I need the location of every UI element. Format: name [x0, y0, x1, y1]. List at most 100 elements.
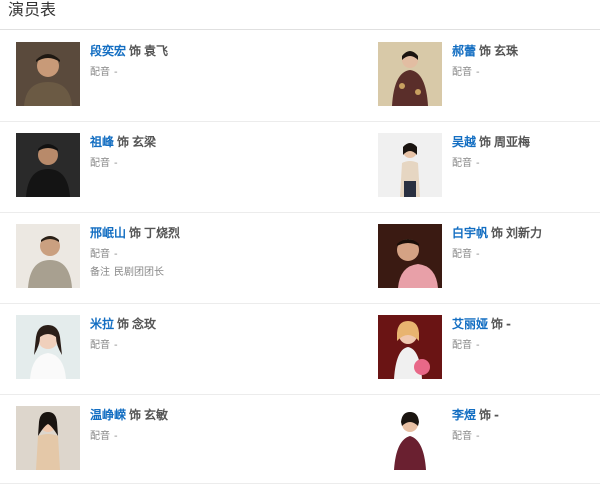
cast-name-line: 李煜饰 -	[452, 406, 499, 424]
actor-link[interactable]: 祖峰	[90, 135, 114, 149]
note-value: 民剧团团长	[114, 267, 164, 278]
cast-name-line: 吴越饰周亚梅	[452, 133, 530, 151]
actor-photo[interactable]	[378, 133, 442, 197]
actor-link[interactable]: 郝蕾	[452, 44, 476, 58]
voice-line: 配音 -	[90, 430, 118, 444]
voice-line: 配音 -	[90, 339, 118, 353]
plays-label: 饰	[479, 135, 492, 149]
voice-label: 配音	[452, 340, 472, 351]
actor-link[interactable]: 温峥嵘	[90, 408, 126, 422]
voice-label: 配音	[452, 431, 472, 442]
cast-name-line: 温峥嵘饰玄敏	[90, 406, 168, 424]
voice-value: -	[114, 158, 118, 169]
role-name: -	[506, 317, 512, 331]
cast-row: 温峥嵘饰玄敏 配音 - 李煜饰 - 配音 -	[0, 395, 600, 486]
actor-link[interactable]: 段奕宏	[90, 44, 126, 58]
row-divider	[0, 483, 600, 484]
voice-line: 配音 -	[452, 66, 480, 80]
voice-value: -	[476, 249, 480, 260]
voice-value: -	[114, 249, 118, 260]
cast-name-line: 祖峰饰玄梁	[90, 133, 156, 151]
role-name: 袁飞	[144, 44, 169, 58]
voice-label: 配音	[90, 67, 110, 78]
note-line: 备注 民剧团团长	[90, 266, 164, 280]
plays-label: 饰	[479, 408, 492, 422]
cast-card: 艾丽娅饰 - 配音 -	[378, 315, 600, 385]
actor-link[interactable]: 吴越	[452, 135, 476, 149]
cast-name-line: 艾丽娅饰 -	[452, 315, 511, 333]
cast-row: 邢岷山饰丁烧烈 配音 - 备注 民剧团团长 白宇帆饰刘新力 配音 -	[0, 213, 600, 304]
actor-link[interactable]: 李煜	[452, 408, 476, 422]
cast-card: 吴越饰周亚梅 配音 -	[378, 133, 600, 203]
cast-name-line: 白宇帆饰刘新力	[452, 224, 542, 242]
plays-label: 饰	[491, 226, 504, 240]
note-label: 备注	[90, 267, 110, 278]
voice-line: 配音 -	[452, 248, 480, 262]
actor-link[interactable]: 白宇帆	[452, 226, 488, 240]
cast-card: 温峥嵘饰玄敏 配音 -	[16, 406, 306, 476]
voice-value: -	[476, 431, 480, 442]
role-name: -	[494, 408, 500, 422]
role-name: 玄珠	[494, 44, 519, 58]
cast-card: 李煜饰 - 配音 -	[378, 406, 600, 476]
actor-photo[interactable]	[16, 315, 80, 379]
cast-card: 邢岷山饰丁烧烈 配音 - 备注 民剧团团长	[16, 224, 306, 294]
role-name: 玄敏	[144, 408, 169, 422]
role-name: 玄梁	[132, 135, 157, 149]
cast-card: 段奕宏饰袁飞 配音 -	[16, 42, 306, 112]
role-name: 周亚梅	[494, 135, 531, 149]
cast-name-line: 邢岷山饰丁烧烈	[90, 224, 180, 242]
actor-photo[interactable]	[378, 42, 442, 106]
actor-photo[interactable]	[16, 224, 80, 288]
actor-photo[interactable]	[378, 406, 442, 470]
voice-label: 配音	[452, 249, 472, 260]
cast-name-line: 米拉饰念玫	[90, 315, 156, 333]
voice-label: 配音	[452, 158, 472, 169]
plays-label: 饰	[491, 317, 504, 331]
voice-line: 配音 -	[90, 157, 118, 171]
actor-photo[interactable]	[378, 224, 442, 288]
voice-line: 配音 -	[452, 339, 480, 353]
cast-name-line: 郝蕾饰玄珠	[452, 42, 518, 60]
voice-line: 配音 -	[452, 157, 480, 171]
actor-photo[interactable]	[16, 406, 80, 470]
cast-card: 祖峰饰玄梁 配音 -	[16, 133, 306, 203]
voice-label: 配音	[452, 67, 472, 78]
voice-label: 配音	[90, 340, 110, 351]
voice-label: 配音	[90, 158, 110, 169]
cast-name-line: 段奕宏饰袁飞	[90, 42, 168, 60]
actor-link[interactable]: 米拉	[90, 317, 114, 331]
voice-value: -	[114, 431, 118, 442]
voice-value: -	[476, 158, 480, 169]
cast-row: 米拉饰念玫 配音 - 艾丽娅饰 - 配音 -	[0, 304, 600, 395]
cast-row: 段奕宏饰袁飞 配音 - 郝蕾饰玄珠 配音 -	[0, 31, 600, 122]
voice-value: -	[476, 67, 480, 78]
cast-row: 祖峰饰玄梁 配音 - 吴越饰周亚梅 配音 -	[0, 122, 600, 213]
voice-line: 配音 -	[452, 430, 480, 444]
plays-label: 饰	[129, 408, 142, 422]
voice-line: 配音 -	[90, 248, 118, 262]
role-name: 刘新力	[506, 226, 543, 240]
actor-photo[interactable]	[378, 315, 442, 379]
cast-card: 米拉饰念玫 配音 -	[16, 315, 306, 385]
plays-label: 饰	[479, 44, 492, 58]
role-name: 念玫	[132, 317, 157, 331]
section-title: 演员表	[8, 0, 57, 19]
voice-value: -	[114, 67, 118, 78]
actor-link[interactable]: 艾丽娅	[452, 317, 488, 331]
cast-card: 郝蕾饰玄珠 配音 -	[378, 42, 600, 112]
actor-photo[interactable]	[16, 133, 80, 197]
voice-value: -	[476, 340, 480, 351]
actor-photo[interactable]	[16, 42, 80, 106]
plays-label: 饰	[129, 226, 142, 240]
plays-label: 饰	[117, 135, 130, 149]
section-header: 演员表	[0, 0, 600, 30]
plays-label: 饰	[117, 317, 130, 331]
actor-link[interactable]: 邢岷山	[90, 226, 126, 240]
cast-card: 白宇帆饰刘新力 配音 -	[378, 224, 600, 294]
voice-line: 配音 -	[90, 66, 118, 80]
role-name: 丁烧烈	[144, 226, 181, 240]
voice-value: -	[114, 340, 118, 351]
plays-label: 饰	[129, 44, 142, 58]
voice-label: 配音	[90, 249, 110, 260]
